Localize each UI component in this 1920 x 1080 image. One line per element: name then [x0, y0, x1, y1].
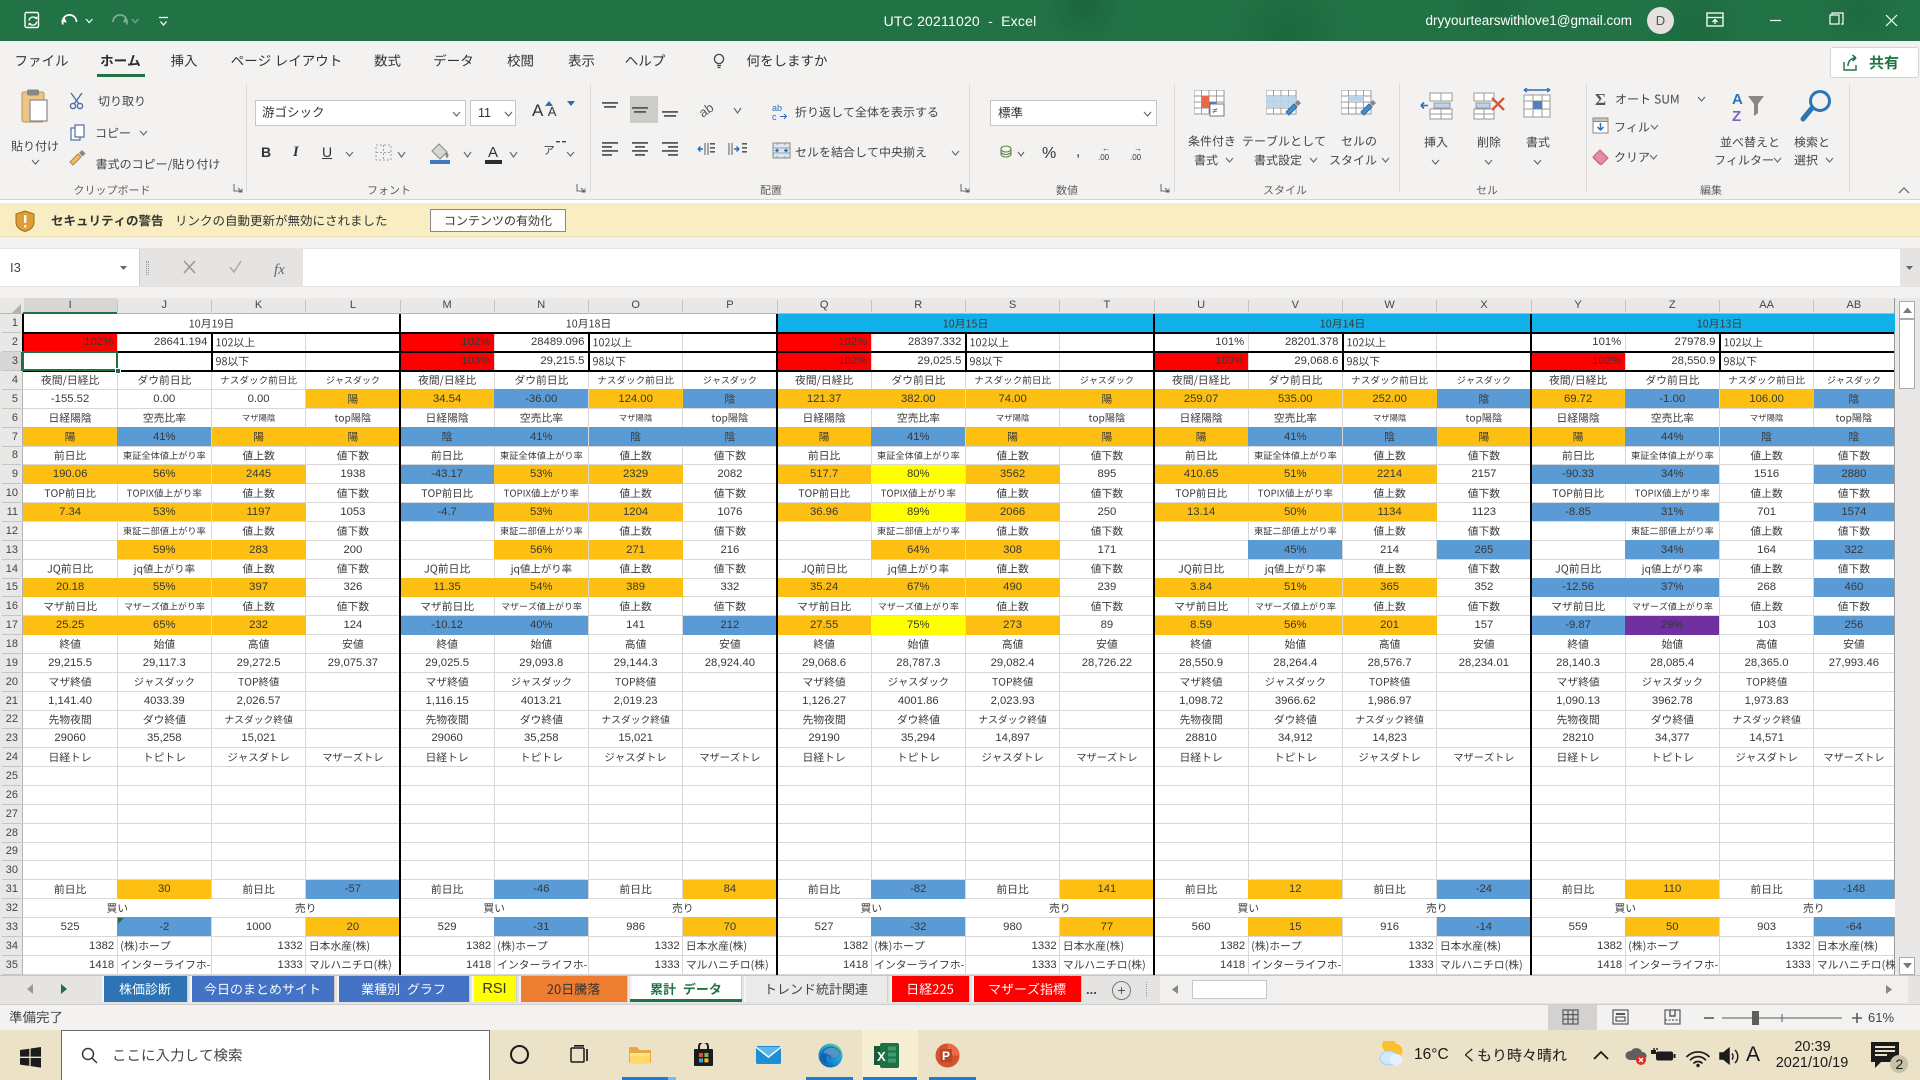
svg-text:→: →	[1134, 144, 1142, 153]
svg-text:←: ←	[1102, 144, 1110, 153]
svg-text:≠: ≠	[1212, 106, 1218, 117]
svg-text:,: ,	[1076, 143, 1080, 160]
svg-text:P: P	[942, 1049, 950, 1063]
svg-text:A: A	[1732, 91, 1743, 108]
svg-text:Z: Z	[1732, 108, 1741, 125]
svg-text:2: 2	[1896, 1056, 1904, 1072]
svg-text:ab: ab	[700, 100, 716, 120]
svg-text:%: %	[1042, 145, 1056, 162]
svg-text:A: A	[488, 144, 498, 161]
svg-text:.00: .00	[1130, 153, 1142, 162]
svg-text:X: X	[877, 1049, 886, 1064]
svg-text:fx: fx	[274, 262, 285, 278]
svg-text:c: c	[772, 112, 777, 122]
svg-text:.00: .00	[1098, 153, 1110, 162]
